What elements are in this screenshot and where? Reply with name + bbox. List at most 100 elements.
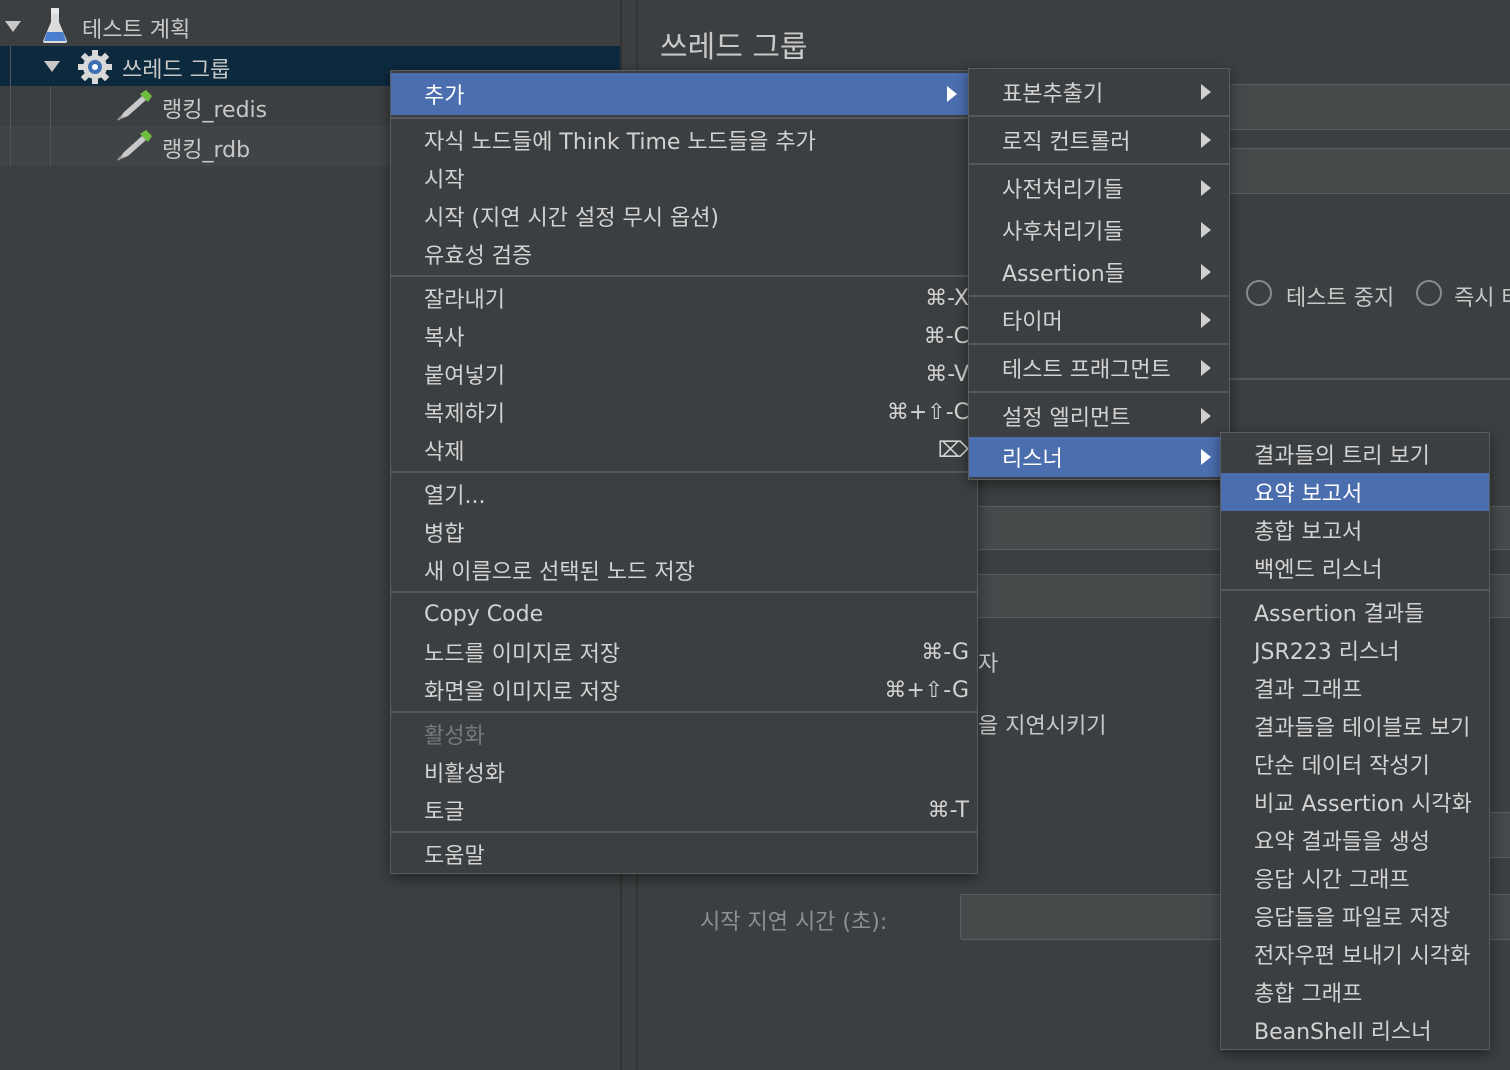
menu-item-label: 추가 bbox=[424, 84, 465, 109]
listener-item-generate-summary[interactable]: 요약 결과들을 생성 bbox=[1221, 821, 1489, 859]
submenu-arrow-icon bbox=[1201, 222, 1211, 238]
menu-item-add-think-times[interactable]: 자식 노드들에 Think Time 노드들을 추가 bbox=[391, 121, 977, 159]
submenu-item-listener[interactable]: 리스너 bbox=[969, 437, 1229, 477]
tree-item-label: 쓰레드 그룹 bbox=[122, 58, 231, 83]
submenu-arrow-icon bbox=[1201, 449, 1211, 465]
menu-item-label: 복제하기 bbox=[424, 402, 505, 427]
tree-item-test-plan[interactable]: 테스트 계획 bbox=[0, 6, 622, 46]
menu-item-label: Assertion들 bbox=[1002, 262, 1125, 287]
tree-guide-line bbox=[10, 46, 11, 166]
name-input[interactable] bbox=[1228, 84, 1510, 130]
menu-item-label: 표본추출기 bbox=[1002, 82, 1104, 107]
menu-item-toggle[interactable]: 토글 ⌘-T bbox=[391, 791, 977, 829]
tree-guide-line bbox=[50, 86, 51, 166]
menu-item-label: 화면을 이미지로 저장 bbox=[424, 680, 621, 705]
submenu-item-test-fragment[interactable]: 테스트 프래그먼트 bbox=[969, 347, 1229, 389]
partial-label-1: 자 bbox=[978, 652, 999, 677]
menu-item-label: 총합 보고서 bbox=[1254, 520, 1363, 545]
menu-item-copy-code[interactable]: Copy Code bbox=[391, 595, 977, 633]
menu-item-label: 열기... bbox=[424, 484, 486, 509]
listener-item-assertion-results[interactable]: Assertion 결과들 bbox=[1221, 593, 1489, 631]
menu-item-label: 자식 노드들에 Think Time 노드들을 추가 bbox=[424, 130, 816, 155]
listener-item-graph-results[interactable]: 결과 그래프 bbox=[1221, 669, 1489, 707]
menu-item-validate[interactable]: 유효성 검증 bbox=[391, 235, 977, 273]
stop-test-label: 테스트 중지 bbox=[1286, 286, 1395, 311]
duration-input[interactable] bbox=[1488, 812, 1510, 858]
menu-separator bbox=[1221, 589, 1489, 591]
submenu-item-logic-controller[interactable]: 로직 컨트롤러 bbox=[969, 119, 1229, 161]
menu-item-shortcut: ⌘-X bbox=[925, 285, 969, 311]
menu-item-label: 리스너 bbox=[1002, 447, 1063, 472]
menu-item-open[interactable]: 열기... bbox=[391, 475, 977, 513]
menu-item-label: 테스트 프래그먼트 bbox=[1002, 358, 1171, 383]
stop-test-radio[interactable] bbox=[1246, 280, 1272, 306]
listener-item-simple-data-writer[interactable]: 단순 데이터 작성기 bbox=[1221, 745, 1489, 783]
stop-now-radio[interactable] bbox=[1416, 280, 1442, 306]
menu-item-enable: 활성화 bbox=[391, 715, 977, 753]
menu-item-start[interactable]: 시작 bbox=[391, 159, 977, 197]
delete-key-icon: ⌦ bbox=[937, 437, 969, 463]
listener-item-jsr223[interactable]: JSR223 리스너 bbox=[1221, 631, 1489, 669]
menu-item-label: 시작 bbox=[424, 168, 465, 193]
menu-item-label: 요약 결과들을 생성 bbox=[1254, 830, 1430, 855]
listener-item-mailer[interactable]: 전자우편 보내기 시각화 bbox=[1221, 935, 1489, 973]
menu-separator bbox=[391, 711, 977, 713]
listener-item-summary-report[interactable]: 요약 보고서 bbox=[1221, 473, 1489, 511]
menu-item-label: JSR223 리스너 bbox=[1254, 640, 1400, 665]
menu-item-save-screen-image[interactable]: 화면을 이미지로 저장 ⌘+⇧-G bbox=[391, 671, 977, 709]
collapse-icon[interactable] bbox=[5, 21, 21, 32]
listener-item-compare-assertion[interactable]: 비교 Assertion 시각화 bbox=[1221, 783, 1489, 821]
menu-item-label: 토글 bbox=[424, 800, 465, 825]
menu-item-cut[interactable]: 잘라내기 ⌘-X bbox=[391, 279, 977, 317]
submenu-arrow-icon bbox=[1201, 132, 1211, 148]
add-submenu[interactable]: 표본추출기 로직 컨트롤러 사전처리기들 사후처리기들 Assertion들 타… bbox=[968, 68, 1230, 480]
menu-item-shortcut: ⌘-C bbox=[923, 323, 969, 349]
submenu-item-config-element[interactable]: 설정 엘리먼트 bbox=[969, 395, 1229, 437]
menu-item-label: Assertion 결과들 bbox=[1254, 602, 1425, 627]
page-title: 쓰레드 그룹 bbox=[660, 30, 808, 65]
menu-item-shortcut: ⌘-G bbox=[921, 639, 969, 665]
menu-item-delete[interactable]: 삭제 ⌦ bbox=[391, 431, 977, 469]
menu-item-help[interactable]: 도움말 bbox=[391, 835, 977, 873]
submenu-item-post-processors[interactable]: 사후처리기들 bbox=[969, 209, 1229, 251]
partial-label-2: 을 지연시키기 bbox=[978, 714, 1107, 739]
menu-item-copy[interactable]: 복사 ⌘-C bbox=[391, 317, 977, 355]
context-menu[interactable]: 추가 자식 노드들에 Think Time 노드들을 추가 시작 시작 (지연 … bbox=[390, 70, 978, 874]
menu-item-label: 사후처리기들 bbox=[1002, 220, 1124, 245]
menu-item-start-no-pauses[interactable]: 시작 (지연 시간 설정 무시 옵션) bbox=[391, 197, 977, 235]
listener-item-aggregate-graph[interactable]: 총합 그래프 bbox=[1221, 973, 1489, 1011]
tree-item-label: 테스트 계획 bbox=[82, 18, 191, 43]
menu-separator bbox=[969, 343, 1229, 345]
submenu-item-sampler[interactable]: 표본추출기 bbox=[969, 71, 1229, 113]
listener-item-view-results-table[interactable]: 결과들을 테이블로 보기 bbox=[1221, 707, 1489, 745]
pipette-icon bbox=[117, 130, 152, 161]
menu-item-add[interactable]: 추가 bbox=[391, 73, 977, 115]
listener-item-response-time-graph[interactable]: 응답 시간 그래프 bbox=[1221, 859, 1489, 897]
menu-item-label: 병합 bbox=[424, 522, 465, 547]
comments-input[interactable] bbox=[1228, 148, 1510, 194]
stop-now-label: 즉시 테스트 중지 bbox=[1454, 286, 1510, 311]
flask-icon bbox=[43, 8, 67, 43]
menu-separator bbox=[391, 471, 977, 473]
menu-separator bbox=[969, 391, 1229, 393]
menu-item-save-node-image[interactable]: 노드를 이미지로 저장 ⌘-G bbox=[391, 633, 977, 671]
startup-delay-label: 시작 지연 시간 (초): bbox=[700, 910, 888, 935]
menu-item-label: 사전처리기들 bbox=[1002, 178, 1124, 203]
submenu-item-pre-processors[interactable]: 사전처리기들 bbox=[969, 167, 1229, 209]
submenu-item-timer[interactable]: 타이머 bbox=[969, 299, 1229, 341]
menu-item-duplicate[interactable]: 복제하기 ⌘+⇧-C bbox=[391, 393, 977, 431]
menu-item-disable[interactable]: 비활성화 bbox=[391, 753, 977, 791]
listener-submenu[interactable]: 결과들의 트리 보기 요약 보고서 총합 보고서 백엔드 리스너 Asserti… bbox=[1220, 432, 1490, 1050]
menu-item-label: 설정 엘리먼트 bbox=[1002, 406, 1131, 431]
listener-item-save-responses[interactable]: 응답들을 파일로 저장 bbox=[1221, 897, 1489, 935]
menu-item-merge[interactable]: 병합 bbox=[391, 513, 977, 551]
submenu-item-assertions[interactable]: Assertion들 bbox=[969, 251, 1229, 293]
listener-item-beanshell[interactable]: BeanShell 리스너 bbox=[1221, 1011, 1489, 1049]
listener-item-aggregate-report[interactable]: 총합 보고서 bbox=[1221, 511, 1489, 549]
menu-item-label: 단순 데이터 작성기 bbox=[1254, 754, 1430, 779]
collapse-icon[interactable] bbox=[44, 61, 60, 72]
menu-item-save-selection-as[interactable]: 새 이름으로 선택된 노드 저장 bbox=[391, 551, 977, 589]
listener-item-backend-listener[interactable]: 백엔드 리스너 bbox=[1221, 549, 1489, 587]
listener-item-view-results-tree[interactable]: 결과들의 트리 보기 bbox=[1221, 435, 1489, 473]
menu-item-paste[interactable]: 붙여넣기 ⌘-V bbox=[391, 355, 977, 393]
